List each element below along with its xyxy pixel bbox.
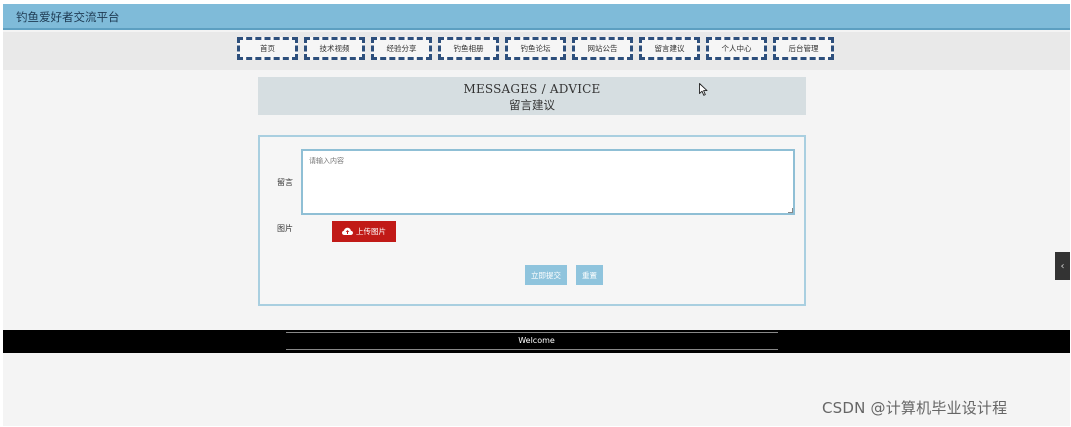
footer-welcome: Welcome xyxy=(518,336,555,345)
chevron-left-icon: ‹ xyxy=(1060,260,1065,272)
page-title-cn: 留言建议 xyxy=(509,98,555,112)
message-label: 留言 xyxy=(277,178,293,187)
nav-item-experience-sharing[interactable]: 经验分享 xyxy=(371,37,432,60)
nav-item-site-notice[interactable]: 网站公告 xyxy=(572,37,633,60)
upload-image-button[interactable]: 上传图片 xyxy=(332,221,396,242)
mouse-cursor-icon xyxy=(699,83,708,96)
nav-item-home[interactable]: 首页 xyxy=(237,37,298,60)
side-collapse-tab[interactable]: ‹ xyxy=(1055,252,1070,280)
watermark: CSDN @计算机毕业设计程 xyxy=(822,399,1008,417)
message-input[interactable] xyxy=(301,149,795,215)
resize-handle[interactable] xyxy=(788,208,793,213)
page-header: MESSAGES / ADVICE 留言建议 xyxy=(258,77,806,115)
app-frame: 钓鱼爱好者交流平台 首页 技术视频 经验分享 钓鱼相册 钓鱼论坛 网站公告 留言… xyxy=(3,4,1070,426)
cloud-upload-icon xyxy=(342,227,353,235)
nav-item-personal-center[interactable]: 个人中心 xyxy=(706,37,767,60)
site-title: 钓鱼爱好者交流平台 xyxy=(16,10,120,24)
nav-item-fishing-album[interactable]: 钓鱼相册 xyxy=(438,37,499,60)
footer-divider-top xyxy=(286,332,778,333)
footer: Welcome xyxy=(3,330,1070,353)
nav-item-fishing-forum[interactable]: 钓鱼论坛 xyxy=(505,37,566,60)
image-label: 图片 xyxy=(277,224,293,233)
submit-button[interactable]: 立即提交 xyxy=(525,265,567,285)
nav-item-tech-videos[interactable]: 技术视频 xyxy=(304,37,365,60)
top-bar: 钓鱼爱好者交流平台 xyxy=(3,4,1070,30)
footer-divider-bottom xyxy=(286,349,778,350)
reset-button[interactable]: 重置 xyxy=(576,265,603,285)
nav-item-admin[interactable]: 后台管理 xyxy=(773,37,834,60)
nav-item-messages[interactable]: 留言建议 xyxy=(639,37,700,60)
message-form: 留言 图片 上传图片 立即提交 重置 xyxy=(258,135,806,306)
page-title-en: MESSAGES / ADVICE xyxy=(463,82,601,96)
main-nav: 首页 技术视频 经验分享 钓鱼相册 钓鱼论坛 网站公告 留言建议 个人中心 后台… xyxy=(237,37,834,60)
upload-button-label: 上传图片 xyxy=(356,227,386,236)
